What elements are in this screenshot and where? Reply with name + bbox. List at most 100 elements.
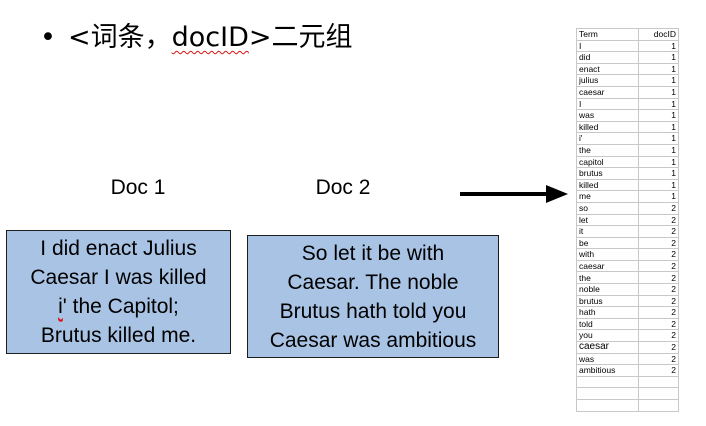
empty-cell bbox=[637, 375, 680, 389]
docid-cell: 1 bbox=[637, 132, 680, 145]
table-row: brutus 1 bbox=[576, 167, 680, 180]
term-cell: caesar bbox=[576, 85, 639, 99]
table-row: enact 1 bbox=[576, 62, 680, 76]
docid-cell: 1 bbox=[637, 120, 680, 134]
term-cell: the bbox=[576, 271, 639, 285]
table-row: killed 1 bbox=[576, 178, 680, 192]
doc1-line: Caesar I was killed bbox=[30, 266, 207, 289]
term-column-header: Term bbox=[576, 28, 639, 41]
table-row: ambitious 2 bbox=[576, 364, 680, 377]
table-row: the 1 bbox=[576, 143, 680, 157]
docid-cell: 1 bbox=[637, 143, 680, 157]
table-row: hath 2 bbox=[576, 306, 680, 319]
term-cell: enact bbox=[576, 62, 639, 76]
table-header-row: Term docID bbox=[576, 28, 680, 41]
docid-cell: 2 bbox=[637, 236, 680, 250]
term-cell: me bbox=[576, 190, 639, 203]
term-cell: told bbox=[576, 317, 639, 331]
term-cell: hath bbox=[576, 306, 639, 319]
table-row: noble 2 bbox=[576, 283, 680, 296]
docid-cell: 2 bbox=[637, 341, 680, 354]
heading-prefix: <词条， bbox=[68, 22, 172, 53]
heading-docid: docID bbox=[171, 22, 249, 53]
docid-cell: 1 bbox=[637, 85, 680, 99]
slide-heading: • <词条，docID>二元组 bbox=[40, 20, 353, 56]
docid-cell: 2 bbox=[637, 271, 680, 285]
term-cell: let bbox=[576, 213, 639, 227]
table-row: you 2 bbox=[576, 329, 680, 343]
empty-table-row bbox=[576, 399, 680, 412]
docid-cell: 2 bbox=[637, 248, 680, 261]
docid-column-header: docID bbox=[637, 28, 680, 41]
term-cell: the bbox=[576, 143, 639, 157]
doc2-line: Caesar. The noble bbox=[287, 270, 459, 294]
term-cell: capitol bbox=[576, 155, 639, 169]
docid-cell: 1 bbox=[637, 178, 680, 192]
empty-cell bbox=[576, 399, 639, 412]
table-row: julius 1 bbox=[576, 74, 680, 87]
docid-cell: 1 bbox=[637, 62, 680, 76]
term-cell: killed bbox=[576, 120, 639, 134]
right-arrow-icon bbox=[460, 185, 568, 203]
term-cell: you bbox=[576, 329, 639, 343]
term-cell: brutus bbox=[576, 294, 639, 308]
term-cell: was bbox=[576, 352, 639, 366]
doc1-line: i' the Capitol; bbox=[58, 295, 179, 318]
term-cell: was bbox=[576, 109, 639, 122]
term-cell: caesar bbox=[576, 259, 639, 273]
docid-cell: 1 bbox=[637, 109, 680, 122]
table-row: brutus 2 bbox=[576, 294, 680, 308]
table-row: i' 1 bbox=[576, 132, 680, 145]
term-cell: did bbox=[576, 51, 639, 64]
table-row: me 1 bbox=[576, 190, 680, 203]
docid-cell: 2 bbox=[637, 225, 680, 238]
term-cell: julius bbox=[576, 74, 639, 87]
docid-cell: 1 bbox=[637, 97, 680, 111]
table-row: killed 1 bbox=[576, 120, 680, 134]
table-row: caesar 2 bbox=[576, 259, 680, 273]
doc1-box: I did enact Julius Caesar I was killed i… bbox=[6, 230, 231, 354]
doc2-line: Brutus hath told you bbox=[279, 299, 467, 323]
term-cell: noble bbox=[576, 283, 639, 296]
table-row: the 2 bbox=[576, 271, 680, 285]
table-row: did 1 bbox=[576, 51, 680, 64]
table-row: caesar 2 bbox=[576, 341, 680, 354]
doc1-line: Brutus killed me. bbox=[40, 324, 197, 347]
docid-cell: 1 bbox=[637, 190, 680, 203]
term-cell: caesar bbox=[576, 341, 639, 354]
table-row: caesar 1 bbox=[576, 85, 680, 99]
doc2-line: So let it be with bbox=[301, 241, 445, 265]
docid-cell: 2 bbox=[637, 259, 680, 273]
doc2-label: Doc 2 bbox=[315, 176, 371, 199]
empty-cell bbox=[637, 399, 680, 412]
docid-cell: 1 bbox=[637, 167, 680, 180]
doc2-line: Caesar was ambitious bbox=[269, 328, 477, 352]
docid-cell: 1 bbox=[637, 51, 680, 64]
table-row: capitol 1 bbox=[576, 155, 680, 169]
docid-cell: 1 bbox=[637, 39, 680, 53]
empty-table-row bbox=[576, 375, 680, 389]
term-cell: I bbox=[576, 97, 639, 111]
table-row: was 2 bbox=[576, 352, 680, 366]
term-cell: with bbox=[576, 248, 639, 261]
bullet-glyph: • bbox=[40, 22, 56, 53]
term-cell: brutus bbox=[576, 167, 639, 180]
docid-cell: 2 bbox=[637, 364, 680, 377]
docid-cell: 2 bbox=[637, 352, 680, 366]
docid-cell: 1 bbox=[637, 155, 680, 169]
table-row: I1 bbox=[576, 97, 680, 111]
empty-cell bbox=[576, 375, 639, 389]
docid-cell: 1 bbox=[637, 74, 680, 87]
term-cell: ambitious bbox=[576, 364, 639, 377]
docid-cell: 2 bbox=[637, 213, 680, 227]
doc1-label: Doc 1 bbox=[110, 176, 166, 199]
docid-cell: 2 bbox=[637, 283, 680, 296]
table-row: was 1 bbox=[576, 109, 680, 122]
term-cell: it bbox=[576, 225, 639, 238]
empty-cell bbox=[576, 387, 639, 400]
table-row: it 2 bbox=[576, 225, 680, 238]
table-row: be 2 bbox=[576, 236, 680, 250]
docid-cell: 2 bbox=[637, 329, 680, 343]
heading-suffix: >二元组 bbox=[248, 22, 353, 53]
doc1-line: I did enact Julius bbox=[40, 237, 197, 260]
